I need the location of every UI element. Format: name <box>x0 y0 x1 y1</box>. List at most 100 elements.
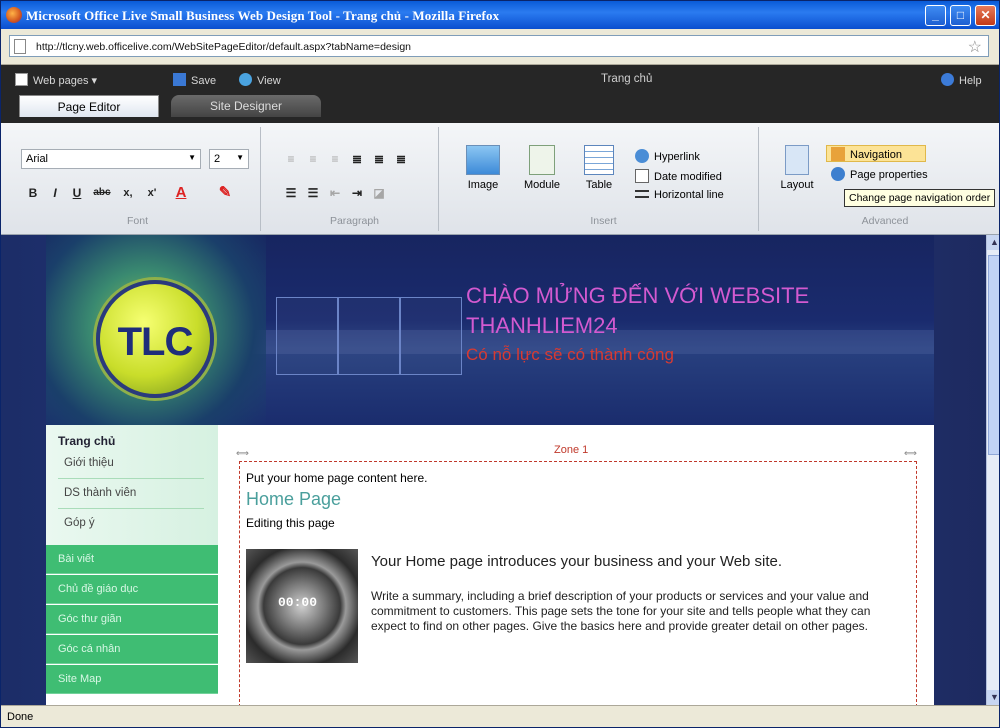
insert-group-label: Insert <box>590 215 617 227</box>
vertical-scrollbar[interactable]: ▲ ▼ <box>986 235 999 705</box>
highlight-color-icon[interactable]: ✎ <box>215 183 235 203</box>
home-page-heading[interactable]: Home Page <box>246 489 341 510</box>
web-pages-menu[interactable]: Web pages ▾ <box>15 73 97 87</box>
bulleted-list-icon[interactable]: ☰ <box>303 183 323 203</box>
underline-button[interactable]: U <box>67 183 87 203</box>
date-modified-button[interactable]: Date modified <box>635 169 722 183</box>
save-label: Save <box>191 75 217 87</box>
summary-text: Write a summary, including a brief descr… <box>371 589 871 633</box>
numbered-list-icon[interactable]: ☰ <box>281 183 301 203</box>
table-button[interactable]: Table <box>577 145 621 191</box>
hyperlink-icon <box>635 149 649 163</box>
scroll-up-icon[interactable]: ▲ <box>987 235 999 250</box>
font-family-select[interactable]: Arial ▼ <box>21 149 201 169</box>
font-size-select[interactable]: 2 ▼ <box>209 149 249 169</box>
date-modified-label: Date modified <box>654 171 722 183</box>
gear-clock-image[interactable]: 00:00 <box>246 549 358 663</box>
tab-site-designer[interactable]: Site Designer <box>171 95 321 117</box>
align-right-icon[interactable]: ≡ <box>325 149 345 169</box>
nav-item[interactable]: Góc thư giãn <box>46 605 218 634</box>
site-banner: TLC CHÀO MỬNG ĐẾN VỚI WEBSITE THANHLIEM2… <box>46 235 934 425</box>
decrease-indent-icon[interactable]: ⇤ <box>325 183 345 203</box>
window-title: Microsoft Office Live Small Business Web… <box>26 8 500 23</box>
font-family-value: Arial <box>26 153 49 165</box>
image-icon <box>466 145 500 175</box>
page-title: Trang chủ <box>601 73 653 85</box>
advanced-group: Layout Navigation Page properties Advanc… <box>769 127 999 231</box>
navigation-tooltip: Change page navigation order <box>844 189 996 207</box>
nav-item-home[interactable]: Trang chủ <box>58 434 115 448</box>
increase-indent-icon[interactable]: ⇥ <box>347 183 367 203</box>
calendar-icon <box>635 169 649 183</box>
align-left-icon[interactable]: ≡ <box>281 149 301 169</box>
zone-label: Zone 1 <box>554 444 589 456</box>
help-button[interactable]: Help <box>941 73 982 87</box>
welcome-site-name: THANHLIEM24 <box>466 313 618 338</box>
help-icon <box>941 73 954 86</box>
page-properties-button[interactable]: Page properties <box>831 167 928 181</box>
layout-button[interactable]: Layout <box>773 145 821 191</box>
maximize-button[interactable]: □ <box>950 5 971 26</box>
view-button[interactable]: View <box>239 73 281 87</box>
table-label: Table <box>585 179 613 191</box>
navigation-label-row[interactable]: Navigation <box>831 147 902 161</box>
url-text: http://tlcny.web.officelive.com/WebSiteP… <box>36 41 412 53</box>
page-properties-label: Page properties <box>850 169 928 181</box>
bookmark-star-icon[interactable]: ☆ <box>968 37 982 57</box>
title-bar: Microsoft Office Live Small Business Web… <box>1 1 999 29</box>
zone-handle-left-icon[interactable]: ⟺ <box>236 448 249 459</box>
hyperlink-button[interactable]: Hyperlink <box>635 149 700 163</box>
gear-image-text: 00:00 <box>278 595 318 610</box>
horizontal-line-button[interactable]: Horizontal line <box>635 189 724 201</box>
scroll-down-icon[interactable]: ▼ <box>987 690 999 705</box>
paint-icon[interactable]: ◪ <box>369 183 389 203</box>
hyperlink-label: Hyperlink <box>654 151 700 163</box>
banner-square <box>400 297 462 375</box>
zone-handle-right-icon[interactable]: ⟺ <box>904 448 917 459</box>
tab-page-editor[interactable]: Page Editor <box>19 95 159 117</box>
banner-square <box>276 297 338 375</box>
outdent-icon[interactable]: ≣ <box>391 149 411 169</box>
save-button[interactable]: Save <box>173 73 216 87</box>
editor-toolbar: Web pages ▾ Save View Trang chủ Help Pag… <box>1 65 999 123</box>
layout-icon <box>785 145 809 175</box>
strikethrough-button[interactable]: abc <box>89 183 115 203</box>
indent-icon[interactable]: ≣ <box>369 149 389 169</box>
minimize-button[interactable]: _ <box>925 5 946 26</box>
bold-button[interactable]: B <box>23 183 43 203</box>
superscript-button[interactable]: x' <box>141 183 163 203</box>
scroll-thumb[interactable] <box>988 255 999 455</box>
nav-item[interactable]: Site Map <box>46 665 218 694</box>
justify-icon[interactable]: ≣ <box>347 149 367 169</box>
site-slogan: Có nỗ lực sẽ có thành công <box>466 345 674 364</box>
nav-item[interactable]: Chủ đề giáo dục <box>46 575 218 604</box>
view-icon <box>239 73 252 86</box>
paragraph-group: ≡ ≡ ≡ ≣ ≣ ≣ ☰ ☰ ⇤ ⇥ ◪ Paragraph <box>271 127 439 231</box>
site-logo: TLC <box>96 280 214 398</box>
web-pages-label: Web pages <box>33 75 89 87</box>
nav-subitem[interactable]: Giới thiệu <box>58 449 204 479</box>
nav-subitem[interactable]: Góp ý <box>58 509 204 539</box>
image-button[interactable]: Image <box>459 145 507 191</box>
nav-subitem[interactable]: DS thành viên <box>58 479 204 509</box>
italic-button[interactable]: I <box>45 183 65 203</box>
font-group: Arial ▼ 2 ▼ B I U abc x, x' A ✎ Font <box>15 127 261 231</box>
browser-window: Microsoft Office Live Small Business Web… <box>0 0 1000 728</box>
page-icon <box>14 39 26 54</box>
logo-text: TLC <box>117 320 194 364</box>
advanced-group-label: Advanced <box>861 215 909 227</box>
close-button[interactable]: ✕ <box>975 5 996 26</box>
module-button[interactable]: Module <box>517 145 567 191</box>
url-field[interactable]: http://tlcny.web.officelive.com/WebSiteP… <box>9 35 989 57</box>
horizontal-line-label: Horizontal line <box>654 189 724 201</box>
horizontal-line-icon <box>635 190 649 198</box>
table-icon <box>584 145 614 175</box>
align-center-icon[interactable]: ≡ <box>303 149 323 169</box>
editing-subheading: Editing this page <box>246 516 335 530</box>
subscript-button[interactable]: x, <box>117 183 139 203</box>
status-bar: Done <box>1 705 999 727</box>
font-color-button[interactable]: A <box>171 183 191 203</box>
font-group-label: Font <box>126 215 148 227</box>
nav-item[interactable]: Bài viết <box>46 545 218 574</box>
nav-item[interactable]: Góc cá nhân <box>46 635 218 664</box>
